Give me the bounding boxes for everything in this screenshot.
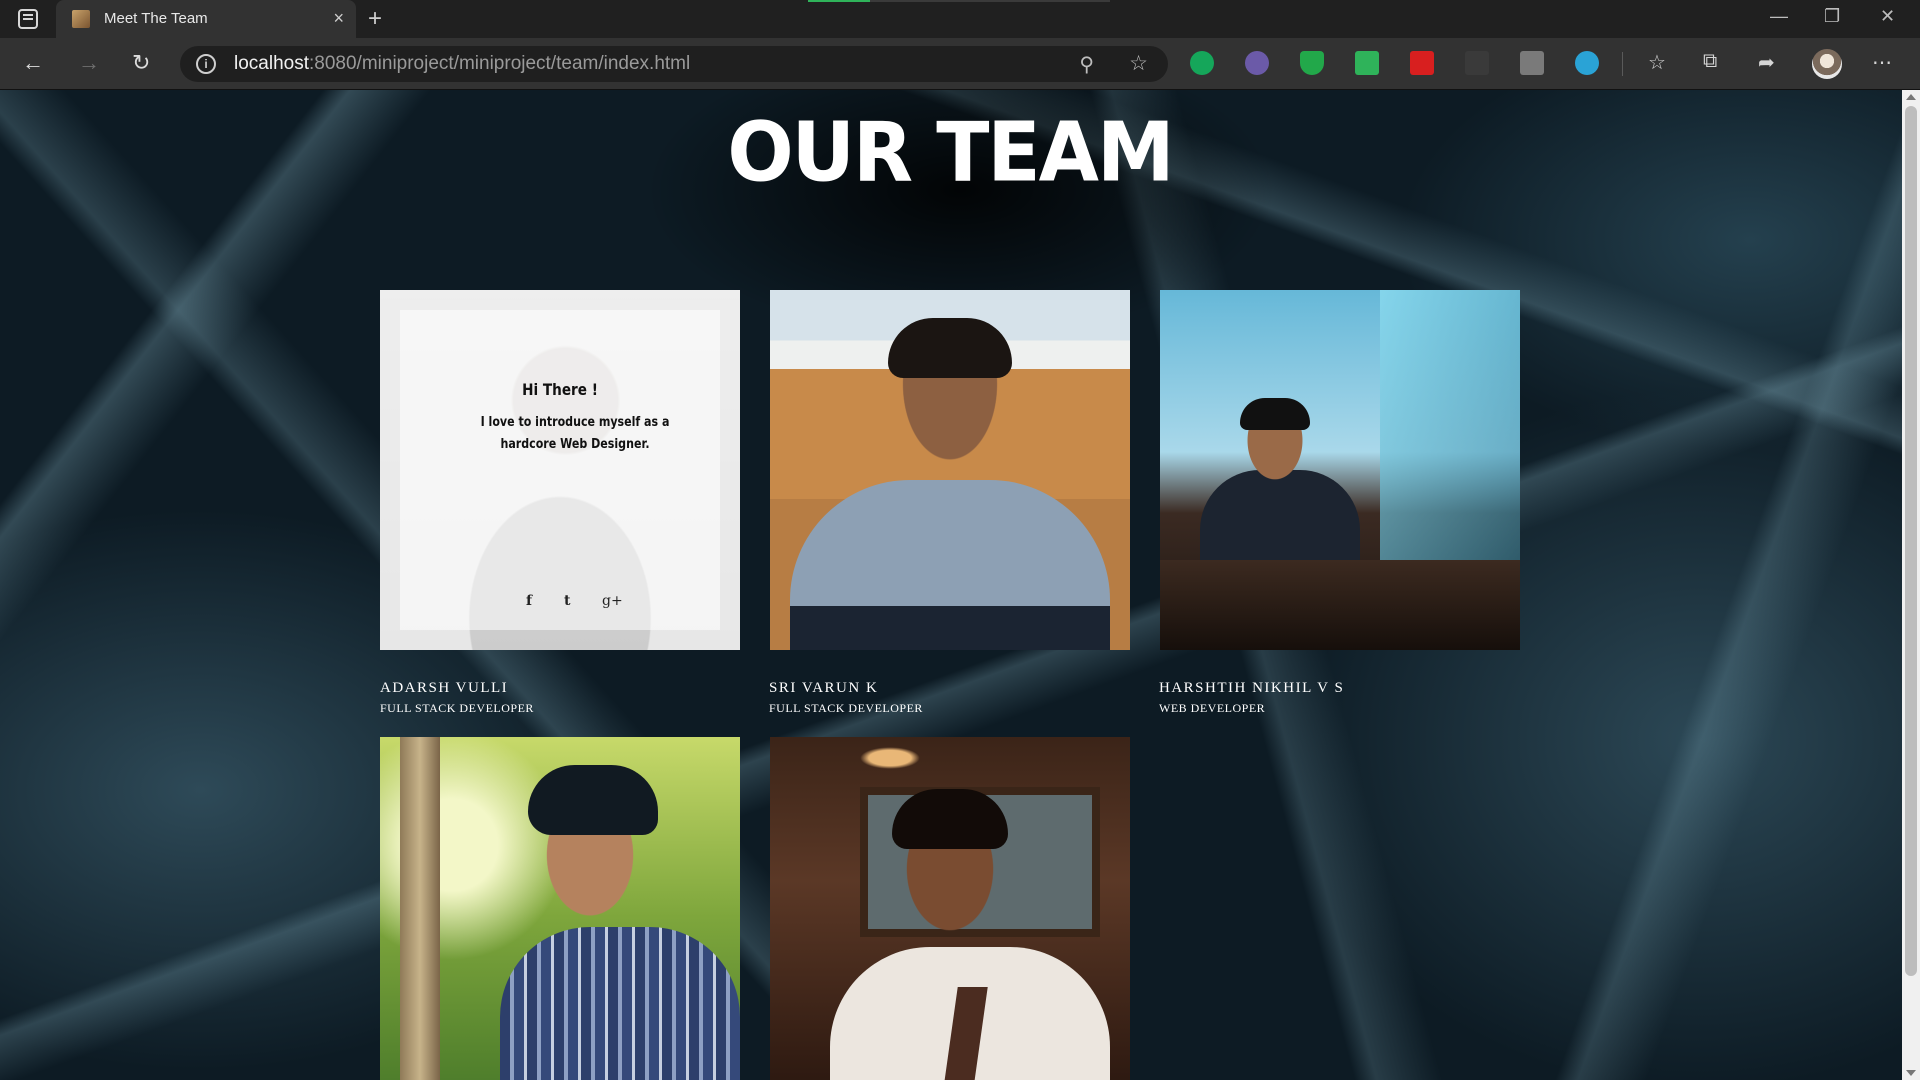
navigation-bar: ← → ↻ i localhost:8080/miniproject/minip…: [0, 38, 1920, 90]
share-icon[interactable]: ➦: [1758, 50, 1775, 75]
zoom-icon[interactable]: ⚲: [1079, 52, 1094, 77]
member-photo: [770, 290, 1130, 650]
forward-arrow-icon[interactable]: →: [78, 50, 100, 76]
add-favorite-icon[interactable]: ☆: [1129, 51, 1148, 76]
tab-actions-icon[interactable]: [18, 9, 38, 29]
loading-track: [870, 0, 1110, 2]
member-name: SRI VARUN K: [769, 680, 879, 696]
team-card-sri-varun[interactable]: [770, 290, 1130, 650]
team-card-member-4[interactable]: [380, 737, 740, 1080]
member-role: FULL STACK DEVELOPER: [769, 701, 923, 715]
scrollbar-thumb[interactable]: [1905, 106, 1917, 976]
photo-hair: [1240, 398, 1310, 430]
extension-globe-icon[interactable]: [1575, 51, 1599, 75]
download-extension-icon[interactable]: [1355, 51, 1379, 75]
member-photo: Hi There ! I love to introduce myself as…: [380, 290, 740, 650]
twitter-icon[interactable]: t: [564, 593, 570, 609]
member-role: FULL STACK DEVELOPER: [380, 701, 534, 715]
photo-tree: [400, 737, 440, 1080]
photo-hair: [888, 318, 1012, 378]
refresh-icon[interactable]: ↻: [132, 50, 150, 76]
team-card-harshtih[interactable]: [1160, 290, 1520, 650]
scroll-up-icon[interactable]: [1906, 94, 1916, 100]
more-menu-icon[interactable]: ⋯: [1872, 50, 1892, 75]
hover-intro: I love to introduce myself as a hardcore…: [480, 415, 670, 452]
google-plus-icon[interactable]: g+: [602, 593, 623, 609]
extension-glasses-icon[interactable]: [1245, 51, 1269, 75]
member-photo: [1160, 290, 1520, 650]
extension-hat-icon[interactable]: [1465, 51, 1489, 75]
back-arrow-icon[interactable]: ←: [22, 50, 44, 76]
collections-icon[interactable]: ⧉: [1703, 50, 1717, 73]
url-text[interactable]: localhost:8080/miniproject/miniproject/t…: [234, 53, 690, 75]
page-title: OUR TEAM: [727, 105, 1174, 201]
active-tab[interactable]: Meet The Team ×: [56, 0, 356, 38]
shield-extension-icon[interactable]: [1300, 51, 1324, 75]
tab-strip: Meet The Team × + — ❐ ✕: [0, 0, 1920, 38]
team-card-member-5[interactable]: [770, 737, 1130, 1080]
toolbar-divider: [1622, 52, 1623, 76]
photo-table: [1160, 560, 1520, 650]
photo-body: [790, 480, 1110, 650]
scroll-down-icon[interactable]: [1906, 1070, 1916, 1076]
loading-indicator: [808, 0, 870, 2]
close-window-button[interactable]: ✕: [1880, 6, 1895, 27]
page-viewport: OUR TEAM Hi There ! I love to introduce …: [0, 90, 1920, 1080]
hover-greeting: Hi There !: [522, 380, 598, 399]
new-tab-button[interactable]: +: [368, 5, 382, 33]
address-bar[interactable]: i localhost:8080/miniproject/miniproject…: [180, 46, 1168, 82]
grammarly-extension-icon[interactable]: [1190, 51, 1214, 75]
vertical-scrollbar[interactable]: [1902, 90, 1920, 1080]
member-name: HARSHTIH NIKHIL V S: [1159, 680, 1345, 696]
url-path: :8080/miniproject/miniproject/team/index…: [309, 53, 691, 74]
photo-body: [500, 927, 740, 1080]
member-photo: [380, 737, 740, 1080]
photo-glass: [1380, 290, 1520, 590]
member-role: WEB DEVELOPER: [1159, 701, 1266, 715]
tp-extension-icon[interactable]: [1410, 51, 1434, 75]
photo-hair: [528, 765, 658, 835]
member-name: ADARSH VULLI: [380, 680, 509, 696]
photo-hair: [892, 789, 1008, 849]
extension-puzzle-icon[interactable]: [1520, 51, 1544, 75]
team-card-adarsh[interactable]: Hi There ! I love to introduce myself as…: [380, 290, 740, 650]
site-info-icon[interactable]: i: [196, 54, 216, 74]
close-tab-icon[interactable]: ×: [333, 8, 344, 29]
profile-avatar[interactable]: [1812, 49, 1842, 79]
photo-lamp: [860, 747, 920, 769]
url-host: localhost: [234, 53, 309, 74]
hover-panel: [400, 310, 720, 630]
restore-button[interactable]: ❐: [1824, 6, 1840, 27]
facebook-icon[interactable]: f: [526, 593, 532, 609]
minimize-button[interactable]: —: [1770, 6, 1788, 27]
site-favicon-icon: [72, 10, 90, 28]
favorites-icon[interactable]: ☆: [1648, 50, 1666, 75]
member-photo: [770, 737, 1130, 1080]
tab-title: Meet The Team: [104, 10, 208, 27]
